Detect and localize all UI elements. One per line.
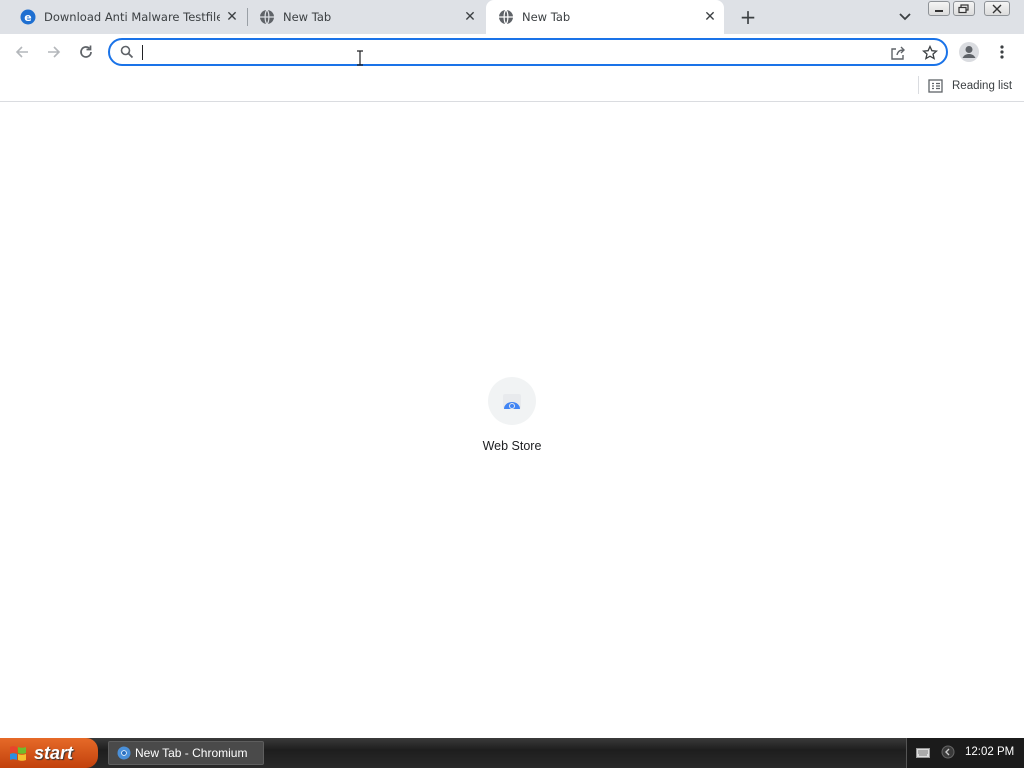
address-bar[interactable] xyxy=(108,38,948,66)
clock: 12:02 PM xyxy=(965,746,1015,758)
forward-button[interactable] xyxy=(40,38,68,66)
back-arrow-icon xyxy=(15,46,28,58)
tray-expand-icon[interactable] xyxy=(941,745,955,759)
tab-new-tab-active[interactable]: New Tab ✕ xyxy=(486,0,724,34)
tab-download-anti-malware[interactable]: e Download Anti Malware Testfile – Ei ✕ xyxy=(8,0,246,34)
tab-close-button[interactable]: ✕ xyxy=(462,9,478,25)
reload-button[interactable] xyxy=(72,38,100,66)
taskbar-item-label: New Tab - Chromium xyxy=(135,746,248,760)
tab-new-tab-1[interactable]: New Tab ✕ xyxy=(247,0,485,34)
bookmark-star-button[interactable] xyxy=(920,43,940,63)
start-label: start xyxy=(34,742,74,763)
tab-search-chevron-icon[interactable] xyxy=(895,8,915,26)
bookmarks-bar: Reading list xyxy=(0,70,1024,102)
globe-icon xyxy=(499,9,513,25)
more-vertical-icon xyxy=(1000,45,1004,59)
shortcut-web-store[interactable]: Web Store xyxy=(472,377,552,459)
reload-icon xyxy=(80,45,92,58)
new-tab-button[interactable]: + xyxy=(736,5,760,29)
minimize-button[interactable] xyxy=(928,1,950,16)
web-store-icon xyxy=(503,394,521,409)
share-button[interactable] xyxy=(888,43,908,63)
back-button[interactable] xyxy=(8,38,36,66)
close-icon xyxy=(992,4,1002,13)
edge-icon: e xyxy=(20,9,36,25)
forward-arrow-icon xyxy=(48,46,61,58)
bookmarks-separator xyxy=(918,76,919,94)
avatar-icon xyxy=(959,42,979,62)
close-window-button[interactable] xyxy=(984,1,1010,16)
minimize-icon xyxy=(935,9,943,12)
tab-title: Download Anti Malware Testfile – Ei xyxy=(44,10,220,24)
text-caret xyxy=(142,45,143,60)
globe-icon xyxy=(260,9,274,25)
reading-list-icon xyxy=(928,79,943,93)
tab-title: New Tab xyxy=(283,10,332,24)
reading-list-button[interactable]: Reading list xyxy=(928,75,1012,97)
taskbar: start New Tab - Chromium 12:02 PM xyxy=(0,738,1024,768)
star-icon xyxy=(922,45,938,60)
shortcut-tile xyxy=(488,377,536,425)
svg-text:e: e xyxy=(24,11,31,24)
restore-button[interactable] xyxy=(953,1,975,16)
system-tray: 12:02 PM xyxy=(906,738,1024,768)
start-button[interactable]: start xyxy=(0,738,98,768)
chromium-icon xyxy=(117,746,131,760)
text-cursor-icon xyxy=(357,50,363,66)
tab-strip: e Download Anti Malware Testfile – Ei ✕ … xyxy=(0,0,1024,34)
menu-button[interactable] xyxy=(988,38,1016,66)
share-icon xyxy=(891,46,905,60)
shortcut-label: Web Store xyxy=(482,439,542,453)
new-tab-page: Web Store xyxy=(0,103,1024,738)
tab-title: New Tab xyxy=(522,10,571,24)
keyboard-icon[interactable] xyxy=(916,747,930,759)
reading-list-label: Reading list xyxy=(952,80,1013,92)
windows-logo-icon xyxy=(10,746,26,761)
tab-close-button[interactable]: ✕ xyxy=(702,9,718,25)
search-icon xyxy=(120,45,134,59)
restore-icon xyxy=(958,3,969,13)
tab-close-button[interactable]: ✕ xyxy=(224,9,240,25)
taskbar-item-chromium[interactable]: New Tab - Chromium xyxy=(108,741,264,765)
address-input[interactable] xyxy=(142,43,882,61)
browser-toolbar xyxy=(0,34,1024,70)
profile-button[interactable] xyxy=(955,38,983,66)
